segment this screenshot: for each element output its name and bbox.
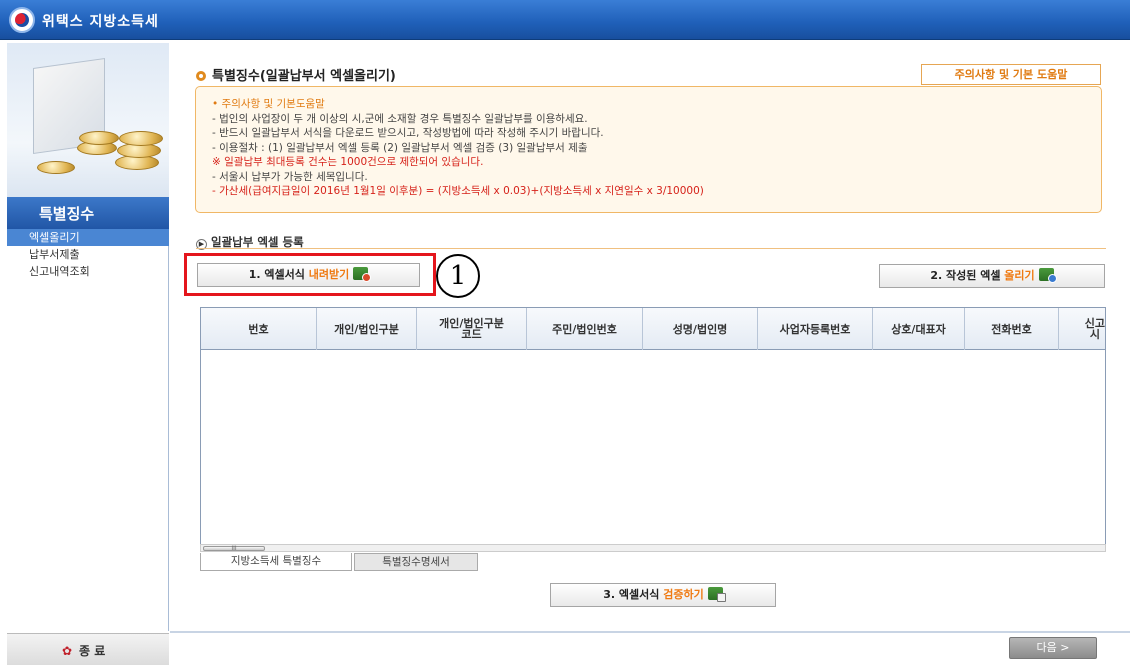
upload-button-label: 2. 작성된 엑셀 [930,269,1005,282]
main-content: 특별징수(일괄납부서 엑셀올리기) 주의사항 및 기본 도움말 • 주의사항 및… [170,43,1130,631]
upload-excel-button[interactable]: 2. 작성된 엑셀 올리기 [879,264,1105,288]
notice-seoul-line: - 서울시 납부가 가능한 세목입니다. [212,170,368,183]
notice-line: - 이용절차 : (1) 일괄납부서 엑셀 등록 (2) 일괄납부서 엑셀 검증… [212,141,588,154]
excel-verify-icon [707,587,726,602]
wetax-logo-icon [9,7,35,33]
sidebar-item-excel-upload[interactable]: 엑셀올리기 [7,229,169,246]
app-window: 위택스 지방소득세 특별징수 엑셀올리기 납부서제출 신고내역조회 ✿ 종 료 … [0,0,1130,665]
data-grid[interactable]: 번호 개인/법인구분 개인/법인구분 코드 주민/법인번호 성명/법인명 사업자… [200,307,1106,552]
verify-button-label: 3. 엑셀서식 [603,588,664,601]
sheet-tab-local-income-tax[interactable]: 지방소득세 특별징수 [200,553,352,571]
help-button[interactable]: 주의사항 및 기본 도움말 [921,64,1101,85]
column-header[interactable]: 번호 [201,308,317,350]
column-header[interactable]: 개인/법인구분 [317,308,417,350]
coin-illustration [37,161,75,174]
column-header[interactable]: 성명/법인명 [643,308,758,350]
verify-template-button[interactable]: 3. 엑셀서식 검증하기 [550,583,776,607]
step-callout: 1 [436,254,480,298]
coin-illustration [119,131,163,146]
sidebar: 특별징수 엑셀올리기 납부서제출 신고내역조회 [7,43,169,631]
column-header[interactable]: 상호/대표자 [873,308,965,350]
sheet-tab-withholding-statement[interactable]: 특별징수명세서 [354,553,478,571]
sidebar-item-payment-submit[interactable]: 납부서제출 [7,246,169,263]
column-header[interactable]: 사업자등록번호 [758,308,873,350]
sidebar-title: 특별징수 [7,197,169,229]
grid-header: 번호 개인/법인구분 개인/법인구분 코드 주민/법인번호 성명/법인명 사업자… [201,308,1105,350]
footer-divider [170,631,1130,633]
scrollbar-thumb[interactable]: III [203,546,265,552]
exit-flower-icon: ✿ [62,644,73,658]
app-title: 위택스 지방소득세 [42,14,159,30]
excel-upload-icon [1038,268,1057,283]
exit-button[interactable]: ✿ 종 료 [7,633,169,665]
sidebar-item-report-history[interactable]: 신고내역조회 [7,263,169,280]
bullet-icon [196,71,206,81]
coin-illustration [79,131,119,145]
column-header[interactable]: 신고 시 [1059,308,1105,350]
page-title: 특별징수(일괄납부서 엑셀올리기) [196,65,396,84]
page-title-text: 특별징수(일괄납부서 엑셀올리기) [212,69,396,84]
notice-line: - 법인의 사업장이 두 개 이상의 시,군에 소재할 경우 특별징수 일괄납부… [212,112,588,125]
column-header[interactable]: 전화번호 [965,308,1059,350]
horizontal-scrollbar[interactable]: III [200,544,1106,552]
upload-button-accent: 올리기 [1004,269,1035,282]
column-header[interactable]: 주민/법인번호 [527,308,643,350]
column-header[interactable]: 개인/법인구분 코드 [417,308,527,350]
notice-limit-line: ※ 일괄납부 최대등록 건수는 1000건으로 제한되어 있습니다. [212,156,484,168]
notice-penalty-line: - 가산세(급여지급일이 2016년 1월1일 이후분) = (지방소득세 x … [212,185,704,197]
notice-line: - 반드시 일괄납부서 서식을 다운로드 받으시고, 작성방법에 따라 작성해 … [212,127,604,139]
notice-heading: • 주의사항 및 기본도움말 [212,98,325,110]
notice-box: • 주의사항 및 기본도움말 - 법인의 사업장이 두 개 이상의 시,군에 소… [195,86,1102,213]
exit-label: 종 료 [79,644,106,658]
sidebar-menu: 엑셀올리기 납부서제출 신고내역조회 [7,229,169,280]
verify-button-accent: 검증하기 [663,588,704,601]
highlight-box [184,253,436,296]
next-button[interactable]: 다음 > [1009,637,1097,659]
divider [196,248,1106,249]
title-bar: 위택스 지방소득세 [0,0,1130,40]
section-subtitle-text: 일괄납부 엑셀 등록 [211,235,304,249]
